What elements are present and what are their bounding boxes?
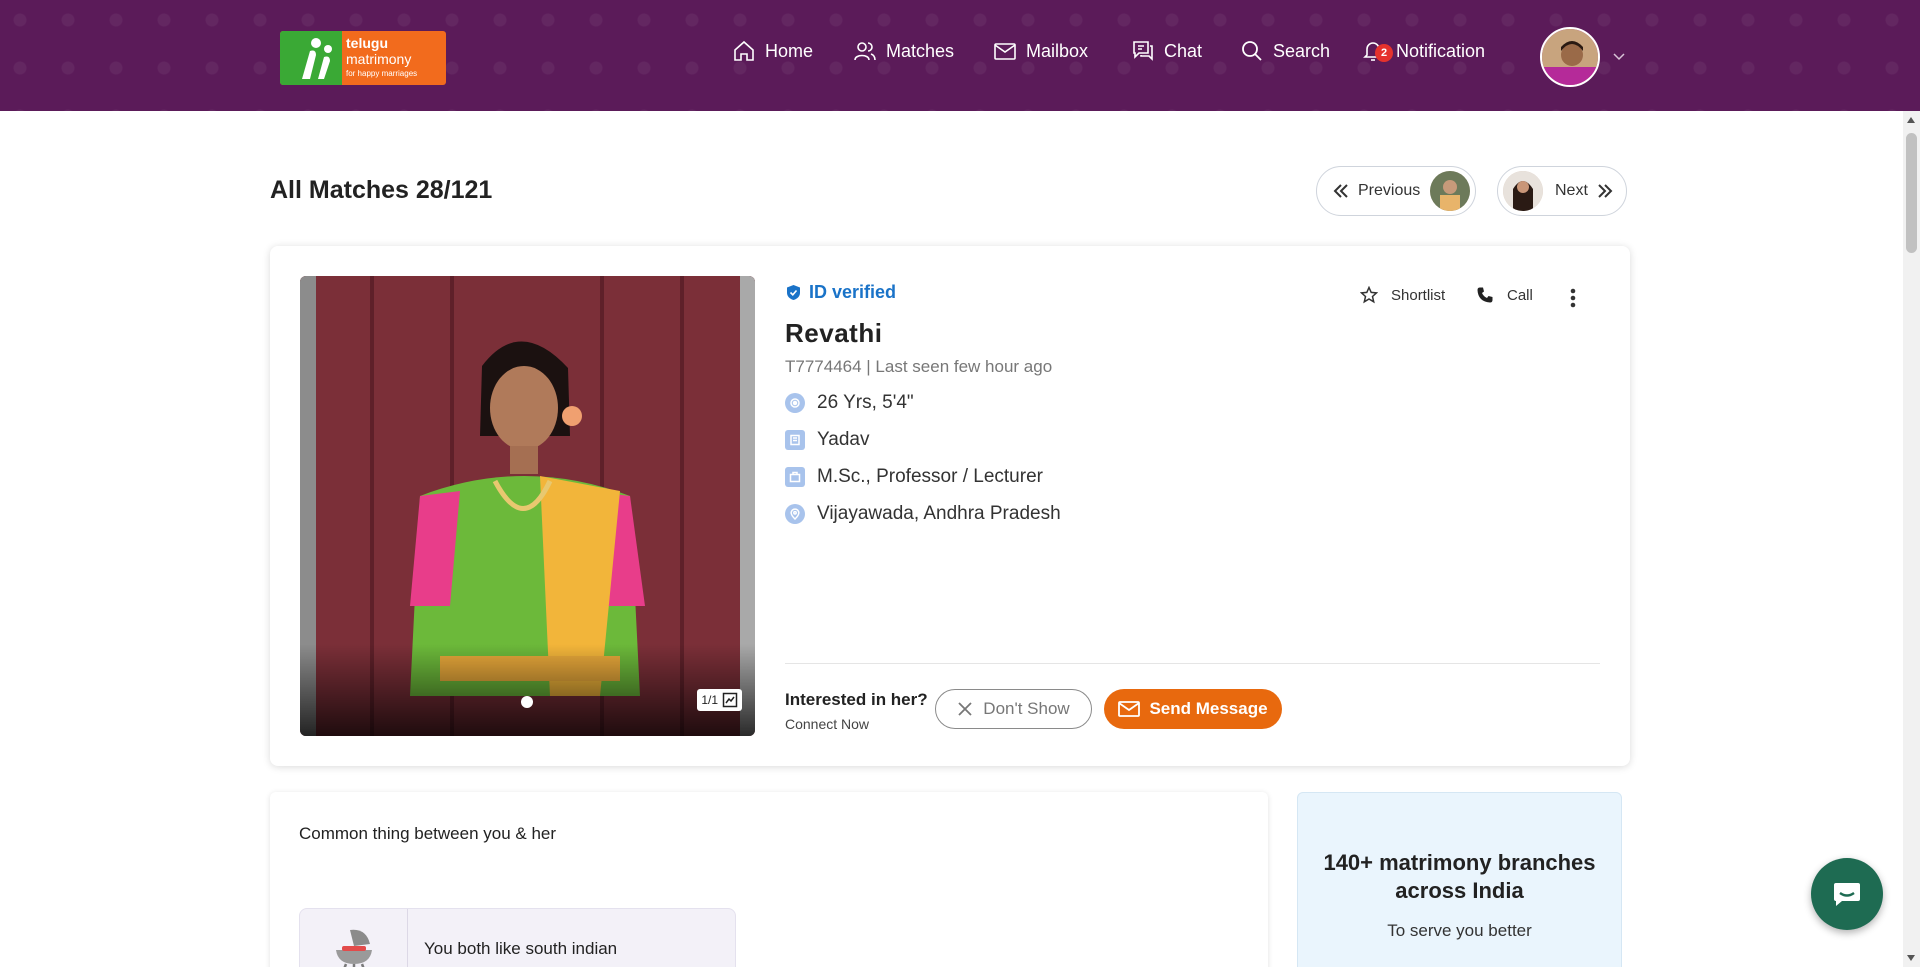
logo-text-telugu: telugu [346,35,388,51]
close-icon [958,702,972,716]
detail-caste: Yadav [785,429,869,451]
age-icon [785,393,805,413]
mail-icon [994,43,1016,60]
common-interest-card: You both like south indian [299,908,736,967]
phone-icon [1477,287,1493,303]
previous-profile-button[interactable]: Previous [1316,166,1476,216]
star-icon [1360,286,1378,304]
id-verified-badge: ID verified [785,282,896,303]
shortlist-label: Shortlist [1391,286,1446,304]
nav-notification-label: Notification [1396,40,1486,61]
common-interest-icon-box [300,909,408,967]
location-pin-icon [785,504,805,524]
branches-subheading: To serve you better [1387,921,1532,940]
nav-matches-label: Matches [886,40,955,61]
nav-matches[interactable]: Matches [853,36,954,66]
page-scrollbar[interactable] [1903,111,1920,967]
common-interests-section: Common thing between you & her You both … [270,792,1268,967]
common-interests-title: Common thing between you & her [299,824,557,843]
home-icon [734,40,754,61]
people-icon [854,42,876,61]
nav-search[interactable]: Search [1240,36,1330,66]
detail-age-height: 26 Yrs, 5'4" [785,392,914,414]
education-job-text: M.Sc., Professor / Lecturer [817,466,1043,487]
profile-photo[interactable]: 1/1 [300,276,755,736]
call-button[interactable]: Call [1476,286,1533,304]
barbecue-grill-icon [335,929,372,967]
double-chevron-left-icon [1333,184,1348,198]
double-chevron-right-icon [1598,184,1613,198]
profile-card: 1/1 ID verified Revathi T7774464 | Last … [270,246,1630,766]
chevron-down-icon[interactable] [1612,50,1626,64]
detail-education-job: M.Sc., Professor / Lecturer [785,466,1043,488]
nav-notification[interactable]: 2 Notification [1361,36,1485,66]
mail-icon [1118,701,1141,717]
telugu-matrimony-logo[interactable]: telugu matrimony for happy marriages [280,31,446,85]
scroll-up-arrow-icon[interactable] [1907,117,1915,123]
briefcase-icon [785,467,805,487]
nav-chat[interactable]: Chat [1131,36,1202,66]
nav-home[interactable]: Home [732,36,813,66]
verified-shield-icon [787,285,800,300]
user-avatar[interactable] [1540,27,1600,87]
id-verified-label: ID verified [809,282,897,302]
previous-label: Previous [1358,182,1421,199]
dont-show-button[interactable]: Don't Show [935,689,1092,729]
gallery-expand-icon [722,692,738,708]
page-title: All Matches 28/121 [270,176,493,204]
nav-mailbox-label: Mailbox [1026,40,1089,61]
nav-mailbox[interactable]: Mailbox [993,36,1088,66]
profile-name: Revathi [785,318,883,348]
user-avatar-image [1542,29,1598,85]
chat-bubble-icon [1834,883,1860,906]
next-profile-button[interactable]: Next [1497,166,1627,216]
dont-show-label: Don't Show [983,699,1070,718]
photo-count-badge[interactable]: 1/1 [697,689,742,711]
next-label: Next [1555,182,1588,199]
logo-text-matrimony: matrimony [346,51,412,67]
top-navigation-bar: telugu matrimony for happy marriages Hom… [0,0,1920,111]
scroll-down-arrow-icon[interactable] [1907,955,1915,961]
profile-photo-image [300,276,755,736]
send-message-label: Send Message [1149,699,1268,718]
more-options-icon[interactable] [1568,287,1578,309]
interested-question: Interested in her? [785,690,928,709]
profile-id-last-seen: T7774464 | Last seen few hour ago [785,357,1053,376]
detail-location: Vijayawada, Andhra Pradesh [785,503,1061,525]
call-label: Call [1507,286,1533,304]
branches-promo-card: 140+ matrimony branches across India To … [1297,792,1622,967]
scrollbar-thumb[interactable] [1906,133,1917,253]
branches-heading: 140+ matrimony branches across India [1323,850,1596,903]
card-divider [785,663,1600,664]
next-profile-thumbnail [1503,171,1543,211]
send-message-button[interactable]: Send Message [1104,689,1282,729]
logo-mark-icon [302,38,332,79]
bell-wrapper: 2 [1361,36,1393,66]
caste-icon [785,430,805,450]
previous-profile-thumbnail [1430,171,1470,211]
caste-text: Yadav [817,429,870,450]
connect-now-text: Connect Now [785,716,870,732]
chat-icon [1133,41,1153,61]
common-interest-text: You both like south indian [424,939,618,958]
floating-chat-button[interactable] [1811,858,1883,930]
nav-chat-label: Chat [1164,40,1203,61]
nav-search-label: Search [1273,40,1331,61]
location-text: Vijayawada, Andhra Pradesh [817,503,1061,524]
age-height-text: 26 Yrs, 5'4" [817,392,914,413]
carousel-dot[interactable] [521,696,533,708]
nav-home-label: Home [765,40,814,61]
shortlist-button[interactable]: Shortlist [1360,286,1445,304]
photo-count-text: 1/1 [701,693,718,707]
notification-badge: 2 [1375,44,1393,62]
logo-tagline: for happy marriages [346,69,418,78]
search-icon [1242,41,1262,61]
